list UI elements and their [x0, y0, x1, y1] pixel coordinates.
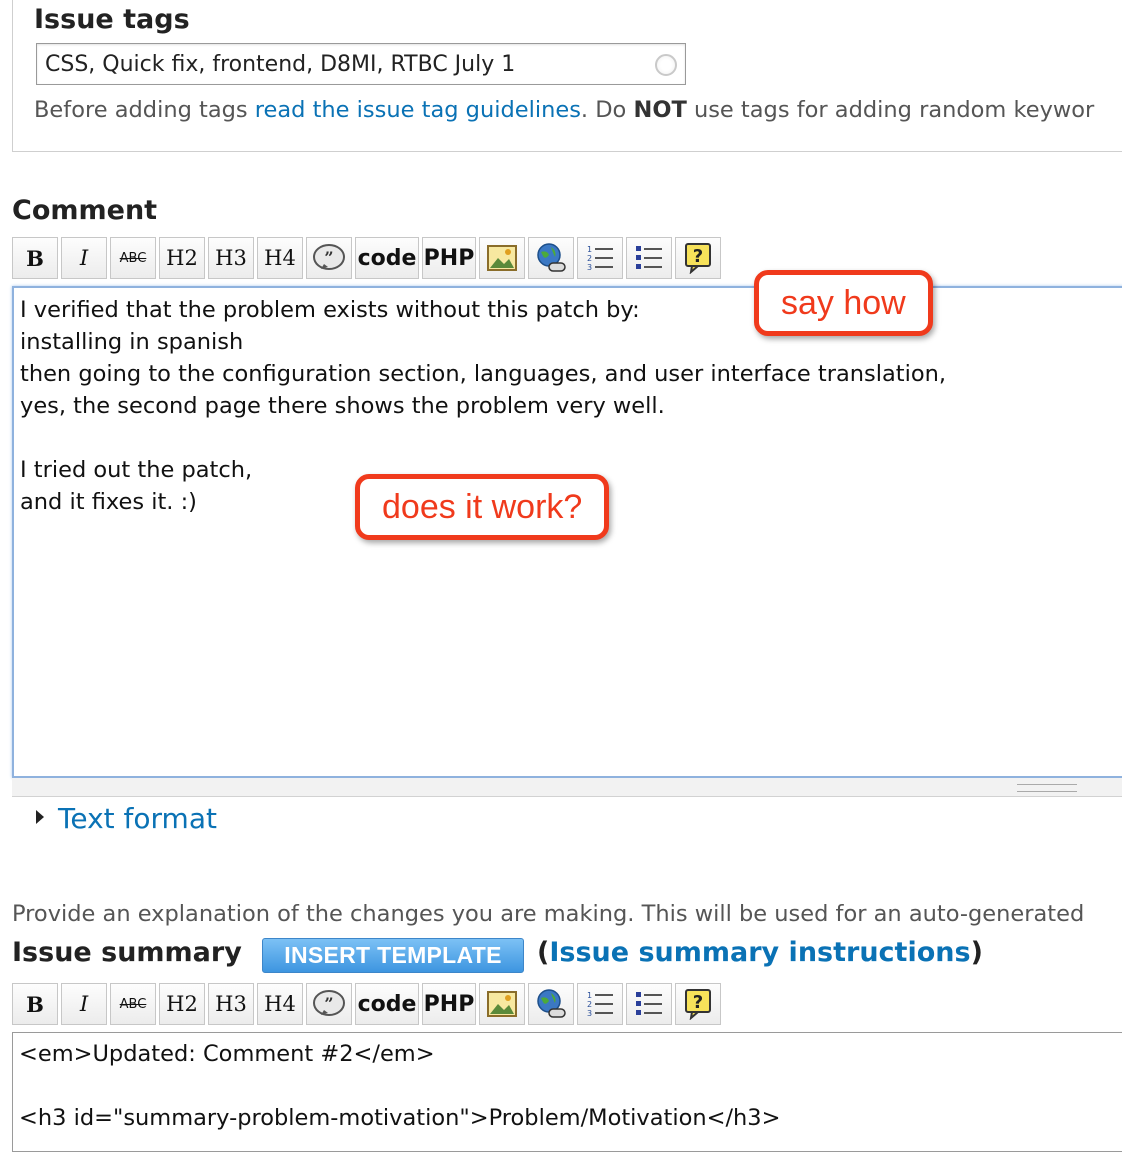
image-icon — [487, 245, 517, 271]
summary-toolbar: B I ABC H2 H3 H4 ” code PHP 123 ? — [12, 983, 721, 1027]
instr-close-paren: ) — [970, 937, 983, 968]
link-icon — [537, 243, 566, 272]
quote-icon: ” — [313, 244, 345, 270]
grip-lines-icon — [1017, 784, 1077, 792]
svg-text:”: ” — [324, 248, 333, 267]
textarea-resize-grip[interactable] — [12, 778, 1122, 797]
callout-does-it-work: does it work? — [355, 474, 610, 540]
link-icon — [537, 989, 566, 1018]
image-button[interactable] — [479, 983, 525, 1025]
svg-text:”: ” — [324, 994, 333, 1013]
h2-icon: H2 — [166, 992, 198, 1016]
comment-toolbar: B I ABC H2 H3 H4 ” code PHP 123 ? — [12, 237, 721, 281]
strikethrough-button[interactable]: ABC — [110, 983, 156, 1025]
help-button[interactable]: ? — [675, 983, 721, 1025]
issue-tag-guidelines-link[interactable]: read the issue tag guidelines — [255, 97, 581, 123]
strikethrough-button[interactable]: ABC — [110, 237, 156, 279]
tags-help-mid: . Do — [580, 97, 634, 123]
ordered-list-icon: 123 — [587, 991, 613, 1018]
bullet-list-icon — [636, 992, 662, 1015]
comment-label: Comment — [12, 195, 158, 226]
svg-text:2: 2 — [587, 1000, 592, 1009]
autocomplete-throbber-icon — [655, 54, 677, 76]
issue-tags-label: Issue tags — [34, 4, 190, 35]
summary-explanation: Provide an explanation of the changes yo… — [12, 901, 1085, 927]
h3-button[interactable]: H3 — [208, 237, 254, 279]
code-button[interactable]: code — [355, 237, 419, 279]
h3-button[interactable]: H3 — [208, 983, 254, 1025]
h2-button[interactable]: H2 — [159, 983, 205, 1025]
callout-say-how: say how — [754, 270, 933, 336]
strikethrough-icon: ABC — [119, 996, 147, 1012]
text-format-label: Text format — [58, 802, 217, 835]
italic-button[interactable]: I — [61, 237, 107, 279]
issue-summary-label: Issue summary — [12, 937, 242, 968]
h4-button[interactable]: H4 — [257, 237, 303, 279]
bold-button[interactable]: B — [12, 983, 58, 1025]
svg-text:?: ? — [693, 992, 703, 1013]
instr-open-paren: ( — [537, 937, 550, 968]
svg-text:2: 2 — [587, 254, 592, 263]
bold-button[interactable]: B — [12, 237, 58, 279]
code-icon: code — [357, 991, 417, 1017]
issue-summary-instructions-link[interactable]: Issue summary instructions — [549, 937, 970, 968]
image-icon — [487, 991, 517, 1017]
issue-summary-text: <em>Updated: Comment #2</em> <h3 id="sum… — [19, 1041, 781, 1131]
summary-instructions: (Issue summary instructions) — [537, 937, 983, 968]
help-button[interactable]: ? — [675, 237, 721, 279]
quote-icon: ” — [313, 990, 345, 1016]
help-icon: ? — [685, 989, 711, 1020]
h3-icon: H3 — [215, 992, 247, 1016]
h4-icon: H4 — [264, 246, 296, 270]
code-button[interactable]: code — [355, 983, 419, 1025]
help-icon: ? — [685, 243, 711, 274]
tags-help-prefix: Before adding tags — [34, 97, 255, 123]
image-button[interactable] — [479, 237, 525, 279]
php-icon: PHP — [423, 991, 475, 1017]
strikethrough-icon: ABC — [119, 250, 147, 266]
issue-summary-textarea[interactable]: <em>Updated: Comment #2</em> <h3 id="sum… — [12, 1032, 1122, 1152]
svg-text:1: 1 — [587, 991, 592, 1000]
link-button[interactable] — [528, 237, 574, 279]
insert-template-button[interactable]: INSERT TEMPLATE — [262, 938, 524, 973]
issue-tags-help: Before adding tags read the issue tag gu… — [34, 97, 1094, 123]
text-format-toggle[interactable]: Text format — [36, 802, 217, 835]
ordered-list-icon: 123 — [587, 245, 613, 272]
php-button[interactable]: PHP — [422, 983, 476, 1025]
link-button[interactable] — [528, 983, 574, 1025]
bullet-list-button[interactable] — [626, 983, 672, 1025]
quote-button[interactable]: ” — [306, 237, 352, 279]
bullet-list-button[interactable] — [626, 237, 672, 279]
tags-help-bold: NOT — [633, 97, 687, 123]
italic-button[interactable]: I — [61, 983, 107, 1025]
issue-tags-input[interactable]: CSS, Quick fix, frontend, D8MI, RTBC Jul… — [36, 43, 686, 85]
bullet-list-icon — [636, 246, 662, 269]
code-icon: code — [357, 245, 417, 271]
tags-help-suffix: use tags for adding random keywor — [686, 97, 1095, 123]
ordered-list-button[interactable]: 123 — [577, 983, 623, 1025]
svg-text:3: 3 — [587, 263, 592, 272]
h4-button[interactable]: H4 — [257, 983, 303, 1025]
italic-icon: I — [79, 992, 89, 1016]
bold-icon: B — [26, 991, 44, 1017]
php-icon: PHP — [423, 245, 475, 271]
ordered-list-button[interactable]: 123 — [577, 237, 623, 279]
italic-icon: I — [79, 246, 89, 270]
svg-text:?: ? — [693, 246, 703, 267]
h2-icon: H2 — [166, 246, 198, 270]
h3-icon: H3 — [215, 246, 247, 270]
quote-button[interactable]: ” — [306, 983, 352, 1025]
h2-button[interactable]: H2 — [159, 237, 205, 279]
h4-icon: H4 — [264, 992, 296, 1016]
issue-tags-value: CSS, Quick fix, frontend, D8MI, RTBC Jul… — [45, 52, 516, 77]
php-button[interactable]: PHP — [422, 237, 476, 279]
svg-text:1: 1 — [587, 245, 592, 254]
bold-icon: B — [26, 245, 44, 271]
svg-text:3: 3 — [587, 1009, 592, 1018]
expand-triangle-icon — [36, 810, 44, 824]
